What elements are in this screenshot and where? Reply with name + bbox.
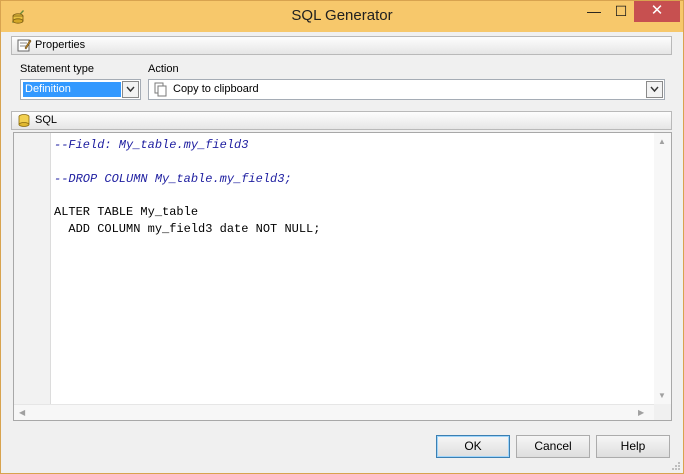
scroll-up-icon[interactable]: ▲ [658,138,666,146]
sql-code[interactable]: --Field: My_table.my_field3 --DROP COLUM… [54,137,320,238]
chevron-down-icon [650,86,659,93]
cancel-button[interactable]: Cancel [516,435,590,458]
title-bar[interactable]: SQL Generator — ☐ ✕ [1,1,683,32]
sql-generator-window: SQL Generator — ☐ ✕ Properties Statement… [0,0,684,474]
scroll-left-icon[interactable]: ◀ [19,409,25,417]
vertical-scrollbar[interactable]: ▲ ▼ [654,133,671,405]
properties-section-header[interactable]: Properties [11,36,672,55]
sql-editor[interactable]: --Field: My_table.my_field3 --DROP COLUM… [13,132,672,421]
sql-label: SQL [35,114,58,126]
action-label: Action [148,63,179,75]
statement-type-value: Definition [23,82,121,97]
copy-icon [154,82,167,97]
resize-grip-icon[interactable] [671,461,681,471]
statement-type-label: Statement type [20,63,94,75]
editor-gutter [14,133,51,405]
code-line: --DROP COLUMN My_table.my_field3; [54,171,292,186]
scroll-down-icon[interactable]: ▼ [658,392,666,400]
properties-icon [17,39,32,52]
database-icon [18,114,30,127]
code-line: ADD COLUMN my_field3 date NOT NULL; [54,221,321,236]
code-line: ALTER TABLE My_table [54,205,199,220]
minimize-button[interactable]: — [581,1,607,22]
code-line: --Field: My_table.my_field3 [54,138,249,152]
maximize-button[interactable]: ☐ [608,1,634,22]
help-button[interactable]: Help [596,435,670,458]
statement-type-select[interactable]: Definition [20,79,141,100]
chevron-down-icon [126,86,135,93]
scroll-right-icon[interactable]: ▶ [638,409,644,417]
action-select[interactable]: Copy to clipboard [148,79,665,100]
close-button[interactable]: ✕ [634,1,680,22]
properties-label: Properties [35,39,86,51]
ok-button[interactable]: OK [436,435,510,458]
horizontal-scrollbar[interactable]: ◀ ▶ [14,404,655,420]
sql-section-header[interactable]: SQL [11,111,672,130]
scrollbar-corner [654,404,671,420]
statement-type-dropdown-arrow[interactable] [122,81,139,98]
action-dropdown-arrow[interactable] [646,81,663,98]
action-value: Copy to clipboard [173,83,259,95]
